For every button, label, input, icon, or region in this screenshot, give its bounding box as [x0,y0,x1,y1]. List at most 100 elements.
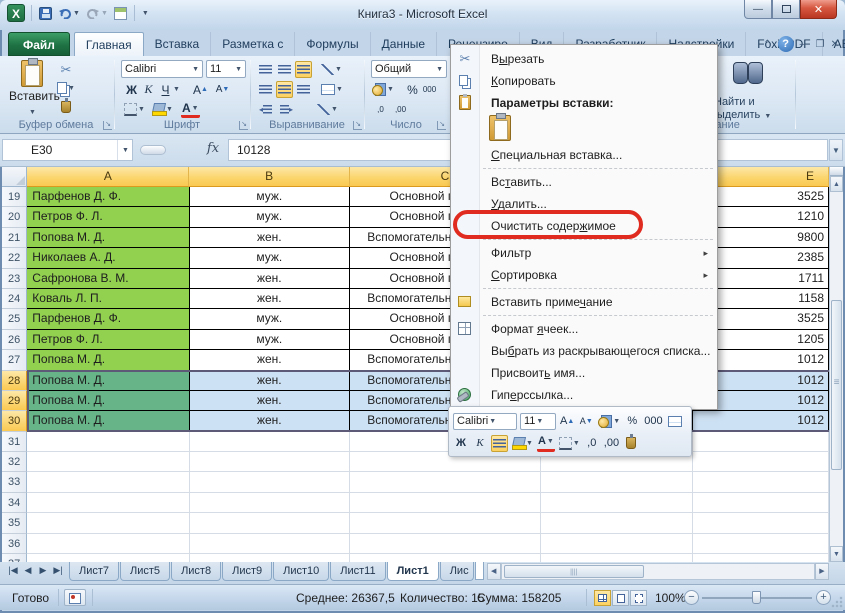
sheet-tab-лист11[interactable]: Лист11 [330,562,386,581]
clipboard-dialog-launcher[interactable]: ↘ [103,121,112,130]
decrease-decimal-button[interactable]: ,00 [392,101,409,118]
menu-item[interactable]: Сортировка ▸ [451,264,717,286]
cell[interactable]: Николаев А. Д. [27,248,190,269]
empty-cell[interactable] [349,513,542,534]
mini-shrink-font-button[interactable]: А ▼ [578,413,594,430]
empty-cell[interactable] [692,513,829,534]
horizontal-scrollbar[interactable] [500,563,815,580]
row-header-22[interactable]: 22 [2,248,28,269]
mini-borders-button[interactable]: ▼ [558,435,581,452]
row-header-34[interactable]: 34 [2,492,28,514]
minimize-button[interactable]: — [744,0,772,19]
menu-item[interactable]: Присвоить имя... [451,362,717,384]
sheet-tab-лис[interactable]: Лис [439,562,474,581]
hscroll-left-button[interactable]: ◀ [486,563,501,580]
empty-cell[interactable] [692,492,829,514]
row-header-27[interactable]: 27 [2,350,28,371]
mini-bold-button[interactable]: Ж [453,435,469,452]
row-header-21[interactable]: 21 [2,227,28,249]
bold-button[interactable]: Ж [123,81,140,98]
empty-cell[interactable] [350,554,542,562]
split-handle[interactable] [830,167,843,176]
cell[interactable]: 1012 [692,411,829,432]
workbook-restore-icon[interactable]: ❐ [816,39,825,50]
expand-formula-bar-button[interactable]: ▼ [829,139,843,161]
binoculars-icon[interactable] [733,62,763,84]
menu-item[interactable]: Вставить примечание [451,291,717,313]
row-header-30[interactable]: 30 [2,411,28,432]
first-sheet-button[interactable]: |◀ [6,565,20,576]
empty-cell[interactable] [189,533,350,555]
next-sheet-button[interactable]: ▶ [36,565,50,576]
vertical-scroll-thumb[interactable] [831,300,842,470]
formula-bar-splitter[interactable] [140,145,166,155]
empty-cell[interactable] [692,472,829,493]
font-dialog-launcher[interactable]: ↘ [239,121,248,130]
cell[interactable]: Петров Ф. Л. [27,207,190,228]
zoom-slider-thumb[interactable] [752,591,761,604]
sheet-tab-лист8[interactable]: Лист8 [171,562,222,581]
borders-button[interactable]: ▼ [123,101,146,118]
hscroll-right-button[interactable]: ▶ [815,563,829,580]
zoom-out-button[interactable]: − [684,590,699,605]
increase-decimal-button[interactable]: ,0 [372,101,389,118]
tab-вставка[interactable]: Вставка [144,32,212,56]
menu-item[interactable]: Вырезать ✂ [451,48,717,70]
cell[interactable]: Петров Ф. Л. [27,329,190,351]
name-box-dropdown[interactable]: ▼ [117,140,132,160]
mini-fill-color-button[interactable]: ▼ [511,435,534,452]
empty-cell[interactable] [189,452,350,473]
mini-increase-decimal-button[interactable]: ,0 [584,435,600,452]
empty-cell[interactable] [27,492,190,514]
empty-cell[interactable] [541,492,693,514]
mini-accounting-button[interactable]: ▼ [597,413,621,430]
row-header-19[interactable]: 19 [2,187,28,208]
menu-item[interactable]: Очистить содержимое [451,215,717,237]
empty-cell[interactable] [189,431,350,453]
cell[interactable]: муж. [189,309,350,330]
empty-cell[interactable] [27,431,190,453]
row-header-29[interactable]: 29 [2,390,28,412]
row-header-24[interactable]: 24 [2,288,28,310]
number-format-combo[interactable]: Общий ▼ [371,60,447,78]
format-painter-button[interactable] [57,98,75,115]
menu-item[interactable]: Параметры вставки: [451,92,717,114]
cell[interactable]: Парфенов Д. Ф. [27,187,190,208]
tab-формулы[interactable]: Формулы [295,32,371,56]
empty-cell[interactable] [349,533,542,555]
empty-cell[interactable] [189,513,350,534]
cell[interactable]: жен. [189,227,350,249]
increase-indent-button[interactable]: ▸ [278,101,295,118]
insert-sheet-tab[interactable] [474,562,484,580]
menu-item[interactable]: Фильтр ▸ [451,242,717,264]
row-header-37[interactable]: 37 [2,554,28,562]
empty-cell[interactable] [541,513,693,534]
mini-font-color-button[interactable]: А ▼ [536,435,555,452]
row-header-26[interactable]: 26 [2,329,28,351]
macro-record-button[interactable] [64,589,86,606]
mini-italic-button[interactable]: К [472,435,488,452]
copy-button[interactable]: ▼ [57,80,75,96]
row-header-35[interactable]: 35 [2,513,28,534]
empty-cell[interactable] [189,492,350,514]
mini-merge-button[interactable] [667,413,683,430]
empty-cell[interactable] [190,554,350,562]
select-all-corner[interactable] [2,167,28,187]
grow-font-button[interactable]: А ▲ [192,81,209,98]
minimize-ribbon-icon[interactable]: ⌃ [763,39,771,50]
mini-grow-font-button[interactable]: А ▲ [559,413,575,430]
paste-option-button[interactable] [489,113,511,141]
mini-decrease-decimal-button[interactable]: ,00 [603,435,620,452]
mini-comma-button[interactable]: 000 [643,413,663,430]
empty-cell[interactable] [189,472,350,493]
row-header-23[interactable]: 23 [2,268,28,289]
font-color-button[interactable]: А ▼ [181,101,200,118]
mini-percent-button[interactable]: % [624,413,640,430]
comma-style-button[interactable]: 000 [421,81,438,98]
empty-cell[interactable] [27,533,190,555]
horizontal-scroll-thumb[interactable] [503,565,644,578]
cell[interactable]: Парфенов Д. Ф. [27,309,190,330]
align-bottom-button[interactable] [295,61,312,78]
tab-file[interactable]: Файл [8,32,70,56]
cell[interactable]: Попова М. Д. [27,390,190,412]
